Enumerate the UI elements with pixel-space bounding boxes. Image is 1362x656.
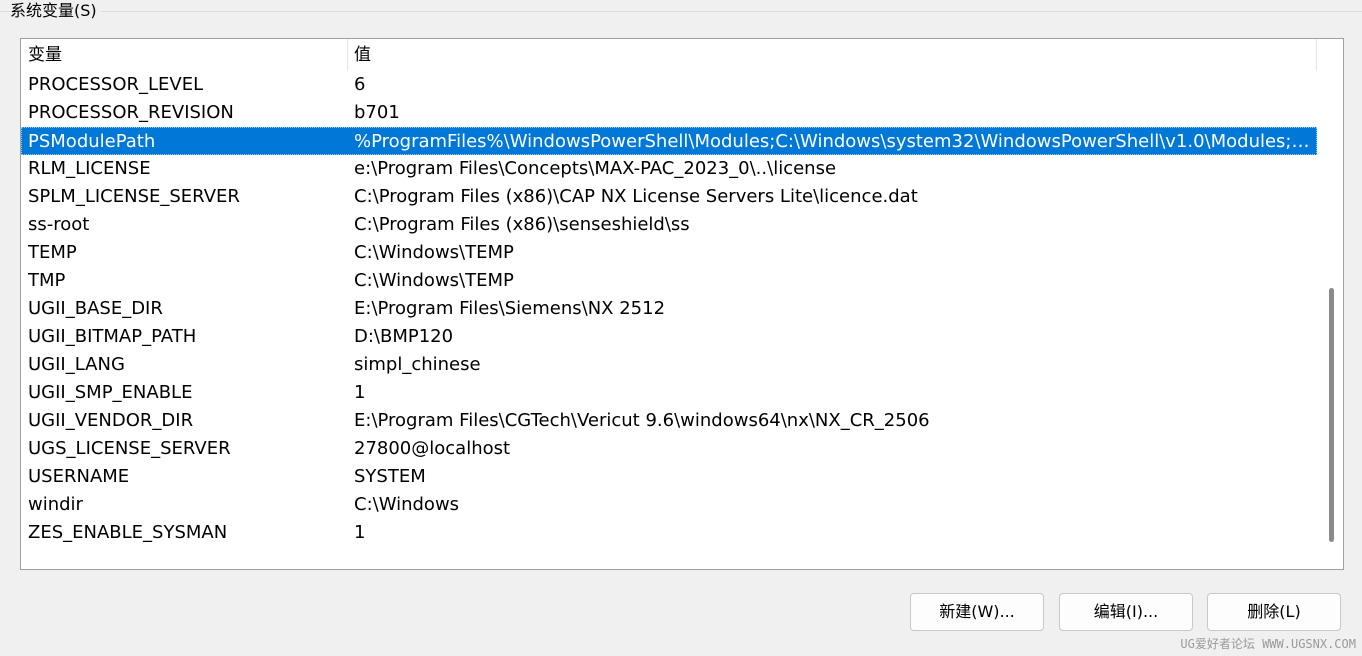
variable-value-cell: simpl_chinese (354, 354, 481, 375)
table-row[interactable]: UGII_BITMAP_PATH D:\BMP120 (21, 323, 1317, 351)
variable-name-cell: TEMP (28, 242, 77, 263)
column-header-value[interactable]: 值 (354, 39, 371, 71)
variable-name-cell: UGII_LANG (28, 354, 125, 375)
table-row[interactable]: PROCESSOR_LEVEL 6 (21, 71, 1317, 99)
variable-name-cell: UGII_SMP_ENABLE (28, 382, 193, 403)
variable-name-cell: PROCESSOR_LEVEL (28, 74, 204, 95)
variable-value-cell: e:\Program Files\Concepts\MAX-PAC_2023_0… (354, 158, 837, 179)
variable-name-cell: RLM_LICENSE (28, 158, 151, 179)
new-button[interactable]: 新建(W)... (910, 593, 1044, 631)
table-row[interactable]: TMP C:\Windows\TEMP (21, 267, 1317, 295)
system-variables-list[interactable]: 变量 值 PROCESSOR_LEVEL 6 PROCESSOR_REVISION b… (20, 38, 1344, 570)
column-header-variable[interactable]: 变量 (28, 39, 62, 71)
list-rows: PROCESSOR_LEVEL 6 PROCESSOR_REVISION b701 PS… (21, 71, 1317, 547)
table-row[interactable]: PROCESSOR_REVISION b701 (21, 99, 1317, 127)
table-row[interactable]: ZES_ENABLE_SYSMAN 1 (21, 519, 1317, 547)
table-row[interactable]: PSModulePath %ProgramFiles%\WindowsPowerS… (21, 127, 1317, 155)
table-row[interactable]: RLM_LICENSE e:\Program Files\Concepts\MAX… (21, 155, 1317, 183)
variable-value-cell: 1 (354, 522, 366, 543)
variable-name-cell: UGII_BITMAP_PATH (28, 326, 197, 347)
variable-value-cell: C:\Windows\TEMP (354, 270, 514, 291)
table-row[interactable]: USERNAME SYSTEM (21, 463, 1317, 491)
watermark-text: UG爱好者论坛 WWW.UGSNX.COM (1180, 637, 1356, 651)
variable-value-cell: 6 (354, 74, 366, 95)
scrollbar-thumb[interactable] (1329, 288, 1334, 542)
variable-name-cell: windir (28, 494, 83, 515)
table-row[interactable]: UGII_LANG simpl_chinese (21, 351, 1317, 379)
variable-value-cell: C:\Windows\TEMP (354, 242, 514, 263)
variable-value-cell: C:\Windows (354, 494, 460, 515)
variable-name-cell: ZES_ENABLE_SYSMAN (28, 522, 228, 543)
table-row[interactable]: TEMP C:\Windows\TEMP (21, 239, 1317, 267)
variable-value-cell: E:\Program Files\Siemens\NX 2512 (354, 298, 666, 319)
variable-name-cell: UGII_VENDOR_DIR (28, 410, 194, 431)
table-row[interactable]: ss-root C:\Program Files (x86)\senseshiel… (21, 211, 1317, 239)
variable-name-cell: PROCESSOR_REVISION (28, 102, 234, 123)
vertical-scrollbar[interactable] (1319, 39, 1343, 569)
edit-button[interactable]: 编辑(I)... (1059, 593, 1193, 631)
group-title: 系统变量(S) (10, 1, 101, 21)
table-row[interactable]: SPLM_LICENSE_SERVER C:\Program Files (x86… (21, 183, 1317, 211)
table-row[interactable]: windir C:\Windows (21, 491, 1317, 519)
variable-value-cell: %ProgramFiles%\WindowsPowerShell\Modules… (354, 131, 1315, 152)
variable-value-cell: C:\Program Files (x86)\CAP NX License Se… (354, 186, 918, 207)
variable-value-cell: SYSTEM (354, 466, 426, 487)
variable-value-cell: 1 (354, 382, 366, 403)
group-border-line (0, 11, 1362, 12)
variable-name-cell: PSModulePath (28, 131, 156, 152)
table-row[interactable]: UGS_LICENSE_SERVER 27800@localhost (21, 435, 1317, 463)
column-separator[interactable] (1316, 39, 1317, 71)
delete-button[interactable]: 删除(L) (1207, 593, 1341, 631)
variable-value-cell: 27800@localhost (354, 438, 511, 459)
variable-value-cell: b701 (354, 102, 400, 123)
list-header: 变量 值 (21, 39, 1317, 71)
variable-value-cell: C:\Program Files (x86)\senseshield\ss (354, 214, 690, 235)
variable-name-cell: ss-root (28, 214, 90, 235)
variable-value-cell: D:\BMP120 (354, 326, 454, 347)
variable-name-cell: UGII_BASE_DIR (28, 298, 163, 319)
table-row[interactable]: UGII_SMP_ENABLE 1 (21, 379, 1317, 407)
variable-name-cell: UGS_LICENSE_SERVER (28, 438, 231, 459)
variable-name-cell: TMP (28, 270, 66, 291)
variable-name-cell: USERNAME (28, 466, 130, 487)
variable-value-cell: E:\Program Files\CGTech\Vericut 9.6\wind… (354, 410, 930, 431)
column-separator[interactable] (347, 39, 348, 71)
variable-name-cell: SPLM_LICENSE_SERVER (28, 186, 240, 207)
table-row[interactable]: UGII_BASE_DIR E:\Program Files\Siemens\NX… (21, 295, 1317, 323)
table-row[interactable]: UGII_VENDOR_DIR E:\Program Files\CGTech\V… (21, 407, 1317, 435)
